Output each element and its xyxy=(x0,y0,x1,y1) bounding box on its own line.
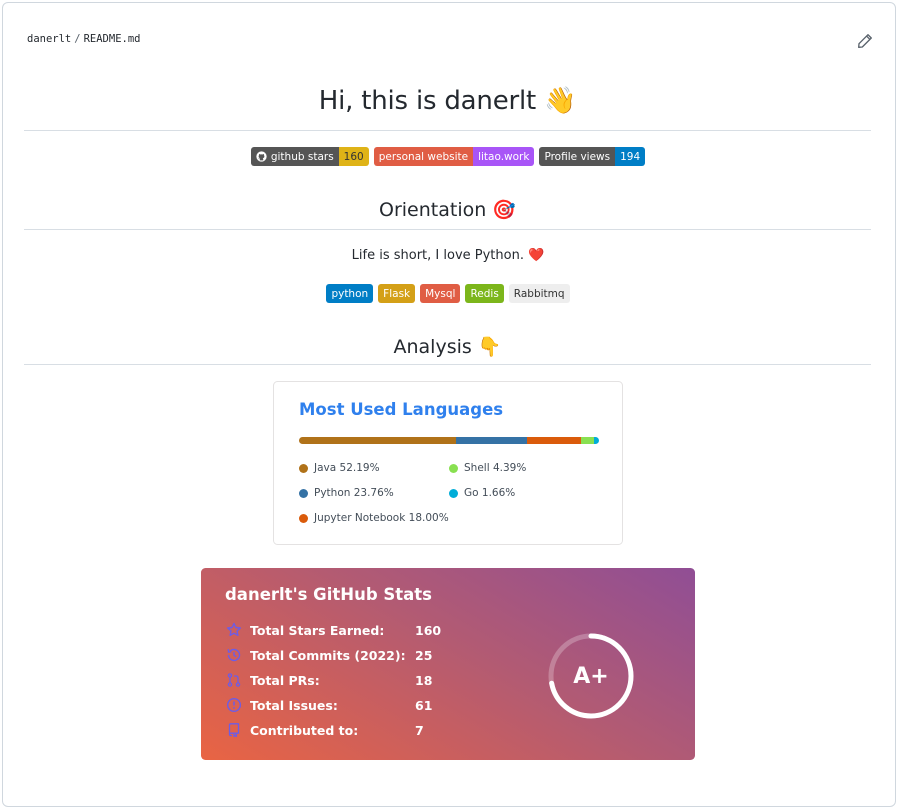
language-item-jupyter: Jupyter Notebook 18.00% xyxy=(299,512,449,524)
edit-button[interactable] xyxy=(856,32,874,50)
language-item-java: Java 52.19% xyxy=(299,462,380,474)
tag-python[interactable]: python xyxy=(326,284,374,303)
heading-divider xyxy=(24,130,871,131)
pull-request-icon xyxy=(225,672,242,689)
language-dot-python xyxy=(299,488,308,498)
page-title: Hi, this is danerlt 👋 xyxy=(24,86,871,116)
language-dot-java xyxy=(299,463,308,473)
target-emoji-icon: 🎯 xyxy=(492,199,516,221)
tech-tag-row: python Flask Mysql Redis Rabbitmq xyxy=(0,284,896,303)
language-bar-segment-go xyxy=(593,437,599,444)
github-icon xyxy=(256,151,267,162)
language-label-java: Java 52.19% xyxy=(314,462,380,474)
title-text: Hi, this is danerlt xyxy=(318,86,536,116)
pointing-down-emoji-icon: 👇 xyxy=(477,336,502,358)
tag-mysql[interactable]: Mysql xyxy=(420,284,461,303)
star-icon xyxy=(225,622,242,639)
orientation-title: Orientation xyxy=(379,199,487,221)
stat-value-stars: 160 xyxy=(415,622,442,638)
github-stars-value: 160 xyxy=(338,147,369,166)
stat-label-issues: Total Issues: xyxy=(250,697,338,713)
tag-redis[interactable]: Redis xyxy=(465,284,504,303)
issue-icon xyxy=(225,697,242,714)
language-item-go: Go 1.66% xyxy=(449,487,515,499)
analysis-title: Analysis xyxy=(393,336,472,358)
analysis-divider xyxy=(24,364,871,365)
rank-grade: A+ xyxy=(573,663,609,689)
language-dot-jupyter xyxy=(299,513,308,523)
stat-row-prs: Total PRs: 18 xyxy=(225,671,432,689)
breadcrumb: danerlt / README.md xyxy=(27,33,141,45)
stat-row-commits: Total Commits (2022): 25 xyxy=(225,646,432,664)
orientation-heading: Orientation 🎯 xyxy=(24,198,871,221)
language-label-shell: Shell 4.39% xyxy=(464,462,527,474)
github-stats-card[interactable]: danerlt's GitHub Stats Total Stars Earne… xyxy=(201,568,695,760)
tag-flask[interactable]: Flask xyxy=(378,284,416,303)
stat-label-stars: Total Stars Earned: xyxy=(250,622,385,638)
stat-value-prs: 18 xyxy=(415,672,433,688)
heart-emoji-icon: ❤️ xyxy=(528,248,545,263)
orientation-divider xyxy=(24,229,871,230)
stat-value-contributed: 7 xyxy=(415,722,424,738)
tag-rabbitmq[interactable]: Rabbitmq xyxy=(508,284,570,303)
motto-line: Life is short, I love Python. ❤️ xyxy=(0,248,896,263)
stats-card-title: danerlt's GitHub Stats xyxy=(225,585,432,604)
most-used-languages-card[interactable]: Most Used Languages Java 52.19% Python 2… xyxy=(273,381,623,545)
languages-card-title: Most Used Languages xyxy=(299,400,504,419)
language-bar-segment-java xyxy=(299,437,456,444)
language-dot-shell xyxy=(449,463,458,473)
language-label-python: Python 23.76% xyxy=(314,487,394,499)
stat-label-commits: Total Commits (2022): xyxy=(250,647,406,663)
github-stars-label: github stars xyxy=(270,150,334,163)
stat-value-issues: 61 xyxy=(415,697,433,713)
language-label-go: Go 1.66% xyxy=(464,487,516,499)
profile-views-label: Profile views xyxy=(539,147,616,166)
breadcrumb-file: README.md xyxy=(83,33,141,45)
language-label-jupyter: Jupyter Notebook 18.00% xyxy=(314,512,449,524)
github-stars-badge[interactable]: github stars 160 xyxy=(250,147,369,166)
stat-row-contributed: Contributed to: 7 xyxy=(225,721,424,739)
repo-icon xyxy=(225,722,242,739)
language-item-shell: Shell 4.39% xyxy=(449,462,526,474)
stat-row-stars: Total Stars Earned: 160 xyxy=(225,621,441,639)
wave-emoji-icon: 👋 xyxy=(544,86,577,116)
profile-views-value: 194 xyxy=(615,147,646,166)
rank-circle: A+ xyxy=(547,632,635,720)
language-item-python: Python 23.76% xyxy=(299,487,394,499)
personal-website-badge[interactable]: personal website litao.work xyxy=(373,147,535,166)
languages-progress-bar xyxy=(299,437,599,444)
language-bar-segment-shell xyxy=(580,437,594,444)
stat-row-issues: Total Issues: 61 xyxy=(225,696,432,714)
breadcrumb-owner[interactable]: danerlt xyxy=(27,33,71,45)
pencil-icon xyxy=(858,34,872,48)
stat-value-commits: 25 xyxy=(415,647,433,663)
language-dot-go xyxy=(449,488,458,498)
motto-text: Life is short, I love Python. xyxy=(351,248,524,263)
profile-views-badge[interactable]: Profile views 194 xyxy=(539,147,646,166)
language-bar-segment-python xyxy=(455,437,527,444)
stat-label-prs: Total PRs: xyxy=(250,672,320,688)
stat-label-contributed: Contributed to: xyxy=(250,722,359,738)
history-icon xyxy=(225,647,242,664)
github-stars-badge-label: github stars xyxy=(250,147,339,166)
personal-website-label: personal website xyxy=(373,147,474,166)
badge-row: github stars 160 personal website litao.… xyxy=(0,147,896,166)
analysis-heading: Analysis 👇 xyxy=(24,335,871,358)
breadcrumb-separator: / xyxy=(74,33,81,45)
language-bar-segment-jupyter-notebook xyxy=(526,437,581,444)
personal-website-value: litao.work xyxy=(473,147,535,166)
